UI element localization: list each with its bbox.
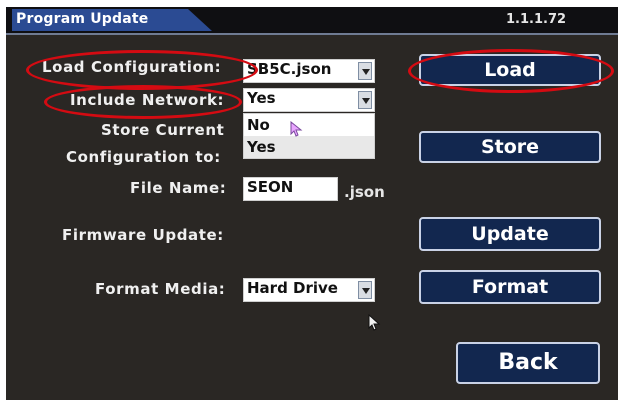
format-button[interactable]: Format — [419, 270, 601, 304]
include-network-options-list[interactable]: No Yes — [243, 113, 375, 159]
format-media-label: Format Media: — [95, 280, 226, 298]
format-media-value: Hard Drive — [247, 279, 338, 297]
load-configuration-value: SB5C.json — [247, 60, 332, 78]
load-button-label: Load — [484, 59, 536, 81]
load-configuration-dropdown-icon[interactable] — [358, 62, 372, 80]
program-update-screen: Program Update 1.1.1.72 Load Configurati… — [6, 7, 618, 400]
format-media-select[interactable]: Hard Drive — [243, 278, 375, 302]
configuration-to-label: Configuration to: — [66, 148, 221, 166]
load-configuration-label: Load Configuration: — [42, 58, 222, 76]
include-network-dropdown-icon[interactable] — [358, 91, 372, 109]
include-network-option-no[interactable]: No — [244, 114, 374, 136]
file-extension-label: .json — [344, 183, 385, 201]
load-button[interactable]: Load — [419, 54, 601, 86]
back-button[interactable]: Back — [456, 342, 600, 384]
title-bar: Program Update 1.1.1.72 — [6, 7, 618, 35]
version-label: 1.1.1.72 — [506, 12, 567, 27]
store-current-label: Store Current — [101, 121, 225, 139]
store-button-label: Store — [480, 136, 540, 158]
file-name-value: SEON — [247, 178, 294, 196]
pointer-cursor-icon — [290, 121, 303, 137]
format-media-dropdown-icon[interactable] — [358, 281, 372, 299]
firmware-update-label: Firmware Update: — [62, 226, 224, 244]
program-update-tab[interactable]: Program Update — [12, 9, 212, 31]
include-network-option-yes[interactable]: Yes — [244, 136, 374, 158]
load-configuration-select[interactable]: SB5C.json — [243, 59, 375, 83]
update-button-label: Update — [471, 223, 549, 245]
back-button-label: Back — [498, 350, 558, 375]
file-name-label: File Name: — [130, 179, 227, 197]
window-title: Program Update — [16, 11, 149, 27]
update-button[interactable]: Update — [419, 217, 601, 251]
include-network-value: Yes — [247, 89, 276, 107]
include-network-select[interactable]: Yes — [243, 88, 375, 112]
include-network-label: Include Network: — [70, 91, 225, 109]
store-button[interactable]: Store — [419, 131, 601, 163]
format-button-label: Format — [471, 276, 549, 298]
mouse-cursor-icon — [368, 314, 381, 331]
file-name-input[interactable]: SEON — [243, 177, 338, 201]
